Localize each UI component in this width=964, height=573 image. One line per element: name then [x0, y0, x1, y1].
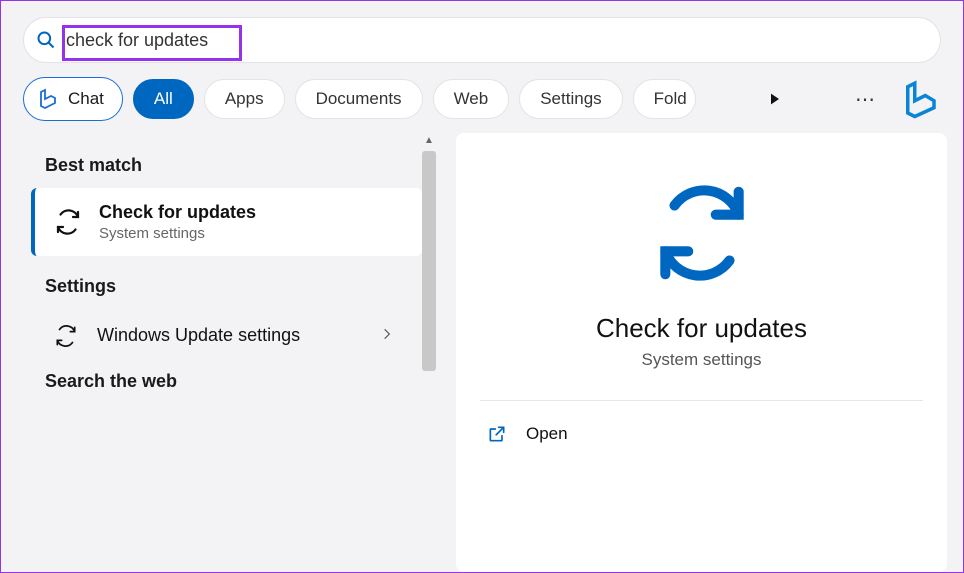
- tab-apps[interactable]: Apps: [204, 79, 285, 119]
- result-subtitle: System settings: [99, 225, 256, 242]
- tab-folders[interactable]: Fold: [633, 79, 696, 119]
- more-options-icon[interactable]: ⋯: [849, 83, 881, 115]
- preview-title: Check for updates: [596, 313, 807, 344]
- chevron-right-icon: [380, 327, 394, 346]
- tab-all[interactable]: All: [133, 79, 194, 119]
- settings-result-windows-update[interactable]: Windows Update settings: [23, 309, 422, 363]
- result-title: Check for updates: [99, 202, 256, 223]
- preview-panel: Check for updates System settings Open: [456, 133, 947, 572]
- sync-icon: [51, 321, 81, 351]
- divider: [480, 400, 923, 401]
- chat-label: Chat: [68, 89, 104, 109]
- bing-icon[interactable]: [899, 78, 941, 120]
- best-match-result[interactable]: Check for updates System settings: [31, 188, 422, 256]
- chat-button[interactable]: Chat: [23, 77, 123, 121]
- search-input[interactable]: [66, 28, 928, 53]
- results-list: ▲ Best match Check for updates System se…: [1, 133, 436, 572]
- open-external-icon: [486, 423, 508, 445]
- search-box[interactable]: [23, 17, 941, 63]
- scroll-right-icon[interactable]: [761, 85, 789, 113]
- settings-result-label: Windows Update settings: [97, 324, 364, 347]
- search-icon: [36, 30, 56, 50]
- action-open[interactable]: Open: [480, 419, 923, 449]
- section-best-match: Best match: [23, 147, 436, 188]
- section-settings: Settings: [23, 268, 436, 309]
- section-search-web: Search the web: [23, 363, 436, 404]
- sync-icon: [51, 205, 85, 239]
- sync-icon-large: [642, 173, 762, 293]
- action-open-label: Open: [526, 424, 568, 444]
- tab-web[interactable]: Web: [433, 79, 510, 119]
- tab-documents[interactable]: Documents: [295, 79, 423, 119]
- preview-subtitle: System settings: [642, 350, 762, 370]
- scroll-up-icon[interactable]: ▲: [422, 133, 436, 147]
- scrollbar[interactable]: [422, 151, 436, 371]
- bing-chat-icon: [36, 87, 60, 111]
- tab-settings[interactable]: Settings: [519, 79, 622, 119]
